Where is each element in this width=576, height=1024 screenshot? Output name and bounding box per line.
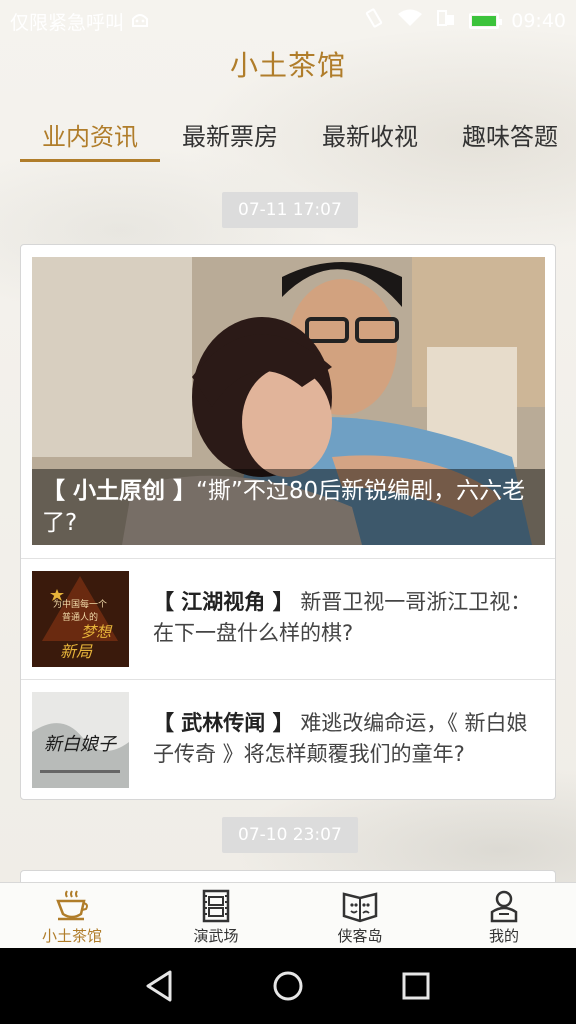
page-title: 小土茶馆 bbox=[229, 49, 346, 82]
article-tag: 【 武林传闻 】 bbox=[153, 711, 294, 735]
hero-caption: 【 小土原创 】“撕”不过80后新锐编剧，六六老了? bbox=[32, 469, 545, 545]
hero-tag: 【 小土原创 】 bbox=[42, 478, 197, 504]
status-right: 09:40 bbox=[363, 7, 566, 34]
carrier-text: 仅限紧急呼叫 bbox=[10, 12, 125, 34]
thumb-line-3: 梦想 bbox=[81, 623, 113, 641]
thumb-line-1: 新白娘子 bbox=[44, 734, 118, 755]
film-icon bbox=[202, 889, 230, 923]
article-headline: 【 江湖视角 】 新晋卫视一哥浙江卫视：在下一盘什么样的棋? bbox=[153, 587, 543, 649]
status-left: 仅限紧急呼叫 bbox=[10, 8, 150, 35]
nav-item-arena[interactable]: 演武场 bbox=[144, 883, 288, 949]
list-item[interactable]: 为中国每一个 普通人的 梦想 新局 【 江湖视角 】 新晋卫视一哥浙江卫视：在下… bbox=[21, 558, 555, 679]
theater-masks-icon bbox=[342, 892, 378, 923]
article-thumbnail: 新白娘子 bbox=[32, 692, 129, 788]
news-card: 【 小土原创 】“撕”不过80后新锐编剧，六六老了? 为中国每一个 普通人的 梦… bbox=[20, 244, 556, 800]
vibrate-icon bbox=[363, 7, 385, 34]
nav-label: 小土茶馆 bbox=[41, 927, 102, 945]
hero-article[interactable]: 【 小土原创 】“撕”不过80后新锐编剧，六六老了? bbox=[32, 257, 545, 545]
thumb-line-2: 普通人的 bbox=[62, 611, 98, 623]
system-nav-bar bbox=[0, 948, 576, 1024]
thumb-line-4: 新局 bbox=[60, 642, 93, 661]
tab-ratings[interactable]: 最新收视 bbox=[300, 112, 440, 162]
tab-quiz[interactable]: 趣味答题 bbox=[440, 112, 576, 162]
nav-item-mine[interactable]: 我的 bbox=[432, 883, 576, 949]
date-pill: 07-10 23:07 bbox=[222, 817, 358, 853]
tab-bar: 业内资讯 最新票房 最新收视 趣味答题 bbox=[0, 112, 576, 164]
nav-item-island[interactable]: 侠客岛 bbox=[288, 883, 432, 949]
clock-text: 09:40 bbox=[511, 9, 566, 32]
battery-icon bbox=[469, 12, 503, 29]
home-icon[interactable] bbox=[268, 966, 308, 1006]
nav-label: 我的 bbox=[488, 927, 519, 945]
date-pill: 07-11 17:07 bbox=[222, 192, 358, 228]
bottom-nav: 小土茶馆 演武场 侠客岛 我的 bbox=[0, 882, 576, 949]
article-tag: 【 江湖视角 】 bbox=[153, 590, 294, 614]
active-tab-indicator bbox=[20, 159, 160, 162]
android-debug-icon bbox=[130, 10, 150, 33]
list-item[interactable]: 新白娘子 【 武林传闻 】 难逃改编命运，《 新白娘子传奇 》将怎样颠覆我们的童… bbox=[21, 679, 555, 800]
back-icon[interactable] bbox=[140, 966, 180, 1006]
tab-industry-news[interactable]: 业内资讯 bbox=[20, 112, 160, 162]
tab-box-office[interactable]: 最新票房 bbox=[160, 112, 300, 162]
user-icon bbox=[490, 890, 518, 923]
tea-cup-icon bbox=[56, 890, 88, 921]
wifi-icon bbox=[397, 8, 423, 33]
nav-label: 演武场 bbox=[193, 927, 239, 945]
nav-item-teahouse[interactable]: 小土茶馆 bbox=[0, 883, 144, 949]
thumb-line-1: 为中国每一个 bbox=[53, 598, 107, 610]
article-headline: 【 武林传闻 】 难逃改编命运，《 新白娘子传奇 》将怎样颠覆我们的童年? bbox=[153, 708, 543, 770]
recents-icon[interactable] bbox=[396, 966, 436, 1006]
status-bar: 仅限紧急呼叫 09:40 bbox=[0, 0, 576, 40]
article-thumbnail: 为中国每一个 普通人的 梦想 新局 bbox=[32, 571, 129, 667]
sim-card-icon bbox=[435, 7, 457, 34]
nav-label: 侠客岛 bbox=[337, 927, 383, 945]
